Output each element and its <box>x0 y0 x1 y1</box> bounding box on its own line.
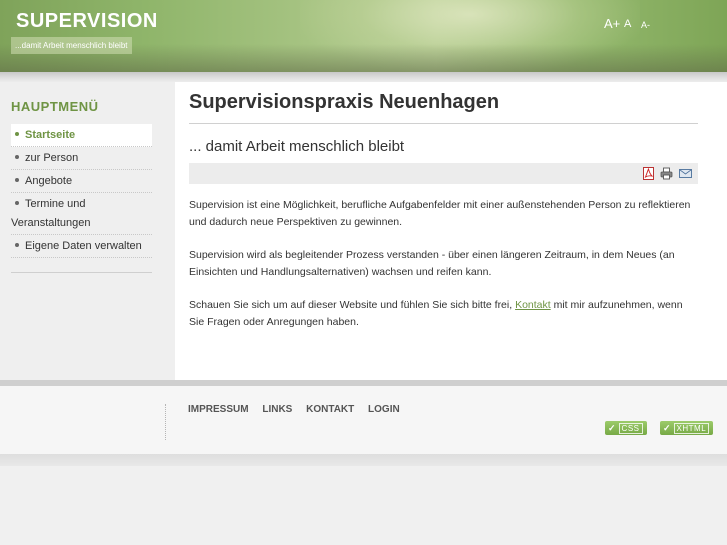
font-size-reset-button[interactable]: A <box>624 18 631 30</box>
article-title: ... damit Arbeit menschlich bleibt <box>189 138 405 155</box>
page-background <box>0 466 727 545</box>
print-icon[interactable] <box>660 167 673 180</box>
font-size-decrease-button[interactable]: A- <box>641 20 650 30</box>
bullet-icon <box>15 155 19 160</box>
footer-divider <box>165 404 166 440</box>
bullet-icon <box>15 178 19 183</box>
main-menu-title: HAUPTMENÜ <box>11 99 99 114</box>
menu-item-eigene-daten[interactable]: Eigene Daten verwalten <box>11 235 152 258</box>
main-content: Supervisionspraxis Neuenhagen ... damit … <box>175 82 727 380</box>
paragraph-text: Schauen Sie sich um auf dieser Website u… <box>189 299 516 311</box>
menu-item-startseite[interactable]: Startseite <box>11 124 152 147</box>
contact-link[interactable]: Kontakt <box>515 299 551 311</box>
main-menu: Startseite zur Person Angebote Termine u… <box>11 124 152 258</box>
badge-label: CSS <box>618 422 643 434</box>
checkmark-icon: ✓ <box>608 422 616 433</box>
menu-divider <box>11 272 152 273</box>
menu-item-label: Startseite <box>25 129 76 141</box>
footer-nav: IMPRESSUM LINKS KONTAKT LOGIN <box>188 404 411 415</box>
article-paragraph: Schauen Sie sich um auf dieser Website u… <box>189 297 694 331</box>
page-title: Supervisionspraxis Neuenhagen <box>189 91 500 113</box>
footer-link-impressum[interactable]: IMPRESSUM <box>188 404 249 415</box>
menu-item-zur-person[interactable]: zur Person <box>11 147 152 170</box>
footer-link-login[interactable]: LOGIN <box>368 404 400 415</box>
bullet-icon <box>15 243 19 248</box>
site-header: SUPERVISION ...damit Arbeit menschlich b… <box>0 0 727 72</box>
footer-link-links[interactable]: LINKS <box>262 404 292 415</box>
font-size-increase-button[interactable]: A+ <box>604 16 620 31</box>
valid-xhtml-badge[interactable]: ✓ XHTML <box>660 421 714 435</box>
bullet-icon <box>15 132 19 137</box>
footer-link-kontakt[interactable]: KONTAKT <box>306 404 354 415</box>
menu-item-label: Angebote <box>25 175 73 187</box>
menu-item-label: Eigene Daten verwalten <box>25 240 142 252</box>
title-divider <box>189 123 698 124</box>
menu-item-label: zur Person <box>25 152 79 164</box>
checkmark-icon: ✓ <box>663 422 671 433</box>
site-tagline: ...damit Arbeit menschlich bleibt <box>11 37 132 54</box>
article-paragraph: Supervision ist eine Möglichkeit, berufl… <box>189 199 691 228</box>
badge-label: XHTML <box>673 422 710 434</box>
sidebar: HAUPTMENÜ Startseite zur Person Angebote… <box>0 82 175 380</box>
article-toolbar <box>189 163 698 184</box>
pdf-icon[interactable] <box>642 167 655 180</box>
article-body: Supervision ist eine Möglichkeit, berufl… <box>189 197 694 347</box>
footer-bottom-border <box>0 454 727 466</box>
site-footer: IMPRESSUM LINKS KONTAKT LOGIN ✓ CSS ✓ XH… <box>0 386 727 454</box>
site-title[interactable]: SUPERVISION <box>16 10 158 33</box>
menu-item-angebote[interactable]: Angebote <box>11 170 152 193</box>
valid-css-badge[interactable]: ✓ CSS <box>605 421 647 435</box>
header-shadow <box>0 72 727 82</box>
article-paragraph: Supervision wird als begleitender Prozes… <box>189 249 675 278</box>
bullet-icon <box>15 201 19 206</box>
email-icon[interactable] <box>679 167 692 180</box>
menu-item-label: Termine und Veranstaltungen <box>11 198 91 229</box>
menu-item-termine[interactable]: Termine und Veranstaltungen <box>11 193 152 235</box>
